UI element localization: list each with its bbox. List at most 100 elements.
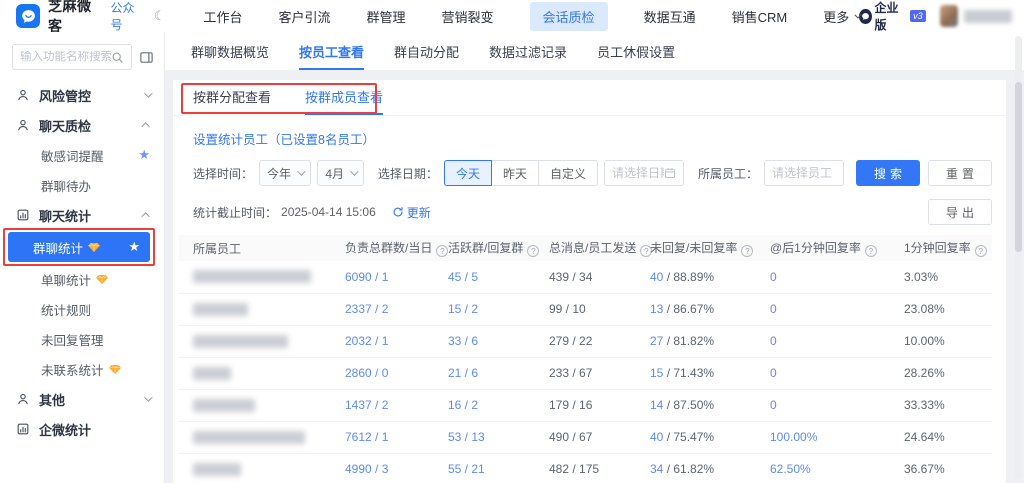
nav-more-label: 更多 <box>823 7 849 26</box>
scrollbar-thumb[interactable] <box>1015 82 1022 252</box>
unreplied-count-value[interactable]: 34 <box>650 462 663 476</box>
tab-group-auto-assign[interactable]: 群自动分配 <box>394 32 459 70</box>
unreplied-count-value[interactable]: 14 <box>650 398 663 412</box>
refresh-label: 更新 <box>407 204 431 221</box>
month-select[interactable]: 4月 <box>317 160 364 186</box>
total-groups-value[interactable]: 7612 / 1 <box>345 430 388 444</box>
at-1min-rate-value[interactable]: 0 <box>770 302 777 316</box>
date-today-button[interactable]: 今天 <box>444 160 492 186</box>
messages-value: 99 / 10 <box>549 302 586 316</box>
staff-select[interactable] <box>764 160 844 186</box>
panel-toggle-icon[interactable] <box>139 50 154 65</box>
info-icon[interactable] <box>527 245 539 257</box>
total-groups-value[interactable]: 4990 / 3 <box>345 462 388 476</box>
sidebar-item-group-chat-stats-active[interactable]: 群聊统计 <box>8 232 150 262</box>
search-icon[interactable] <box>111 51 124 64</box>
nav-more[interactable]: 更多 <box>823 7 859 26</box>
sidebar-search-input[interactable] <box>20 51 111 63</box>
subtab-by-group-member[interactable]: 按群成员查看 <box>305 80 383 115</box>
employee-name-blurred <box>193 303 248 316</box>
tab-data-filter-records[interactable]: 数据过滤记录 <box>489 32 567 70</box>
vertical-scrollbar[interactable] <box>1015 36 1022 479</box>
sidebar-group-chat-stats[interactable]: 聊天统计 <box>0 200 164 230</box>
sidebar-item-sensitive-words[interactable]: 敏感词提醒 <box>0 140 164 170</box>
unreplied-count-value[interactable]: 13 <box>650 302 663 316</box>
date-yesterday-button[interactable]: 昨天 <box>491 160 539 186</box>
enterprise-plan-badge[interactable]: 企业版 <box>859 0 904 33</box>
total-groups-value[interactable]: 2032 / 1 <box>345 334 388 348</box>
at-1min-rate-value[interactable]: 0 <box>770 270 777 284</box>
at-1min-rate-value[interactable]: 100.00% <box>770 430 817 444</box>
sidebar-item-group-todo[interactable]: 群聊待办 <box>0 170 164 200</box>
nav-sales-crm[interactable]: 销售CRM <box>732 7 788 26</box>
tab-view-by-employee[interactable]: 按员工查看 <box>299 32 364 70</box>
user-name-blurred <box>964 10 1012 23</box>
user-icon <box>16 118 30 132</box>
active-reply-groups-value[interactable]: 16 / 2 <box>448 398 478 412</box>
favorite-star-icon[interactable] <box>138 147 150 163</box>
nav-marketing-fission[interactable]: 营销裂变 <box>442 7 494 26</box>
active-reply-groups-value[interactable]: 45 / 5 <box>448 270 478 284</box>
channel-link[interactable]: 公众号 <box>110 0 141 33</box>
messages-value: 233 / 67 <box>549 366 592 380</box>
date-picker-input[interactable] <box>612 166 664 180</box>
year-select[interactable]: 今年 <box>259 160 311 186</box>
refresh-link[interactable]: 更新 <box>392 204 431 221</box>
export-button[interactable]: 导出 <box>928 199 992 225</box>
unreplied-rate-value: / 75.47% <box>663 430 714 444</box>
nav-customer-acquisition[interactable]: 客户引流 <box>279 7 331 26</box>
info-icon[interactable] <box>741 245 753 257</box>
active-reply-groups-value[interactable]: 53 / 13 <box>448 430 485 444</box>
subtab-by-group-assignment[interactable]: 按群分配查看 <box>193 80 271 115</box>
active-reply-groups-value[interactable]: 33 / 6 <box>448 334 478 348</box>
nav-session-qc[interactable]: 会话质检 <box>530 2 608 31</box>
unreplied-count-value[interactable]: 40 <box>650 270 663 284</box>
set-stats-employees-link[interactable]: 设置统计员工（已设置8名员工） <box>193 129 375 148</box>
total-groups-value[interactable]: 6090 / 1 <box>345 270 388 284</box>
at-1min-rate-value[interactable]: 0 <box>770 334 777 348</box>
info-icon[interactable] <box>975 245 987 257</box>
app-logo[interactable] <box>16 4 40 28</box>
date-picker[interactable] <box>604 160 684 186</box>
info-icon[interactable] <box>436 245 448 257</box>
filter-bar: 选择时间： 今年 4月 选择日期： 今天 昨天 自定义 <box>193 160 992 186</box>
at-1min-rate-value[interactable]: 0 <box>770 398 777 412</box>
1min-rate-value: 28.26% <box>904 366 945 380</box>
nav-group-management[interactable]: 群管理 <box>367 7 406 26</box>
favorite-star-icon[interactable] <box>128 239 140 255</box>
sidebar-item-single-chat-stats[interactable]: 单聊统计 <box>0 264 164 294</box>
sidebar-group-other[interactable]: 其他 <box>0 384 164 414</box>
sidebar-item-uncontacted-stats[interactable]: 未联系统计 <box>0 354 164 384</box>
total-groups-value[interactable]: 1437 / 2 <box>345 398 388 412</box>
at-1min-rate-value[interactable]: 0 <box>770 366 777 380</box>
reset-button[interactable]: 重置 <box>928 160 992 186</box>
sidebar-search[interactable] <box>12 44 132 70</box>
nav-data-interop[interactable]: 数据互通 <box>644 7 696 26</box>
sidebar-group-wecom-stats[interactable]: 企微统计 <box>0 414 164 444</box>
tab-group-data-overview[interactable]: 群聊数据概览 <box>191 32 269 70</box>
sidebar-item-unreplied-management[interactable]: 未回复管理 <box>0 324 164 354</box>
unreplied-count-value[interactable]: 15 <box>650 366 663 380</box>
active-reply-groups-value[interactable]: 21 / 6 <box>448 366 478 380</box>
active-reply-groups-value[interactable]: 15 / 2 <box>448 302 478 316</box>
total-groups-value[interactable]: 2337 / 2 <box>345 302 388 316</box>
tab-employee-leave-settings[interactable]: 员工休假设置 <box>597 32 675 70</box>
total-groups-value[interactable]: 2860 / 0 <box>345 366 388 380</box>
unreplied-count-value[interactable]: 27 <box>650 334 663 348</box>
nav-workbench[interactable]: 工作台 <box>203 7 242 26</box>
date-custom-button[interactable]: 自定义 <box>538 160 598 186</box>
active-reply-groups-value[interactable]: 55 / 21 <box>448 462 485 476</box>
dark-mode-moon-icon[interactable] <box>154 8 166 24</box>
unreplied-count-value[interactable]: 40 <box>650 430 663 444</box>
info-icon[interactable] <box>865 245 877 257</box>
at-1min-rate-value[interactable]: 62.50% <box>770 462 811 476</box>
1min-rate-value: 23.08% <box>904 302 945 316</box>
unreplied-rate-value: / 61.82% <box>663 462 714 476</box>
user-avatar[interactable] <box>940 5 958 27</box>
staff-select-input[interactable] <box>772 166 836 180</box>
search-button[interactable]: 搜索 <box>856 160 920 186</box>
col-1min-rate: 1分钟回复率 <box>890 235 992 261</box>
sidebar-item-stats-rules[interactable]: 统计规则 <box>0 294 164 324</box>
sidebar-group-risk-control[interactable]: 风险管控 <box>0 80 164 110</box>
sidebar-group-chat-qc[interactable]: 聊天质检 <box>0 110 164 140</box>
